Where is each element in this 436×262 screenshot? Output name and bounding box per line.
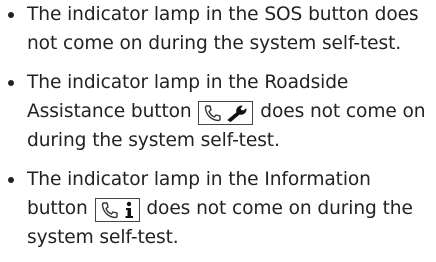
phone-wrench-icon <box>198 101 254 125</box>
wrench-icon <box>227 105 247 122</box>
bullet-dot <box>8 177 14 183</box>
bullet-dot <box>8 12 14 18</box>
list-item-roadside-assistance: The indicator lamp in the Roadside Assis… <box>8 68 436 155</box>
phone-handset-icon <box>101 202 118 219</box>
list-item-sos: The indicator lamp in the SOS button doe… <box>8 0 436 58</box>
bullet-dot <box>8 80 14 86</box>
bullet-list: The indicator lamp in the SOS button doe… <box>8 0 436 262</box>
list-item-text: The indicator lamp in the SOS button doe… <box>27 4 419 54</box>
phone-handset-icon <box>205 105 222 122</box>
list-item-information: The indicator lamp in the Information bu… <box>8 165 436 252</box>
phone-info-icon <box>94 198 140 222</box>
info-icon <box>125 201 133 218</box>
